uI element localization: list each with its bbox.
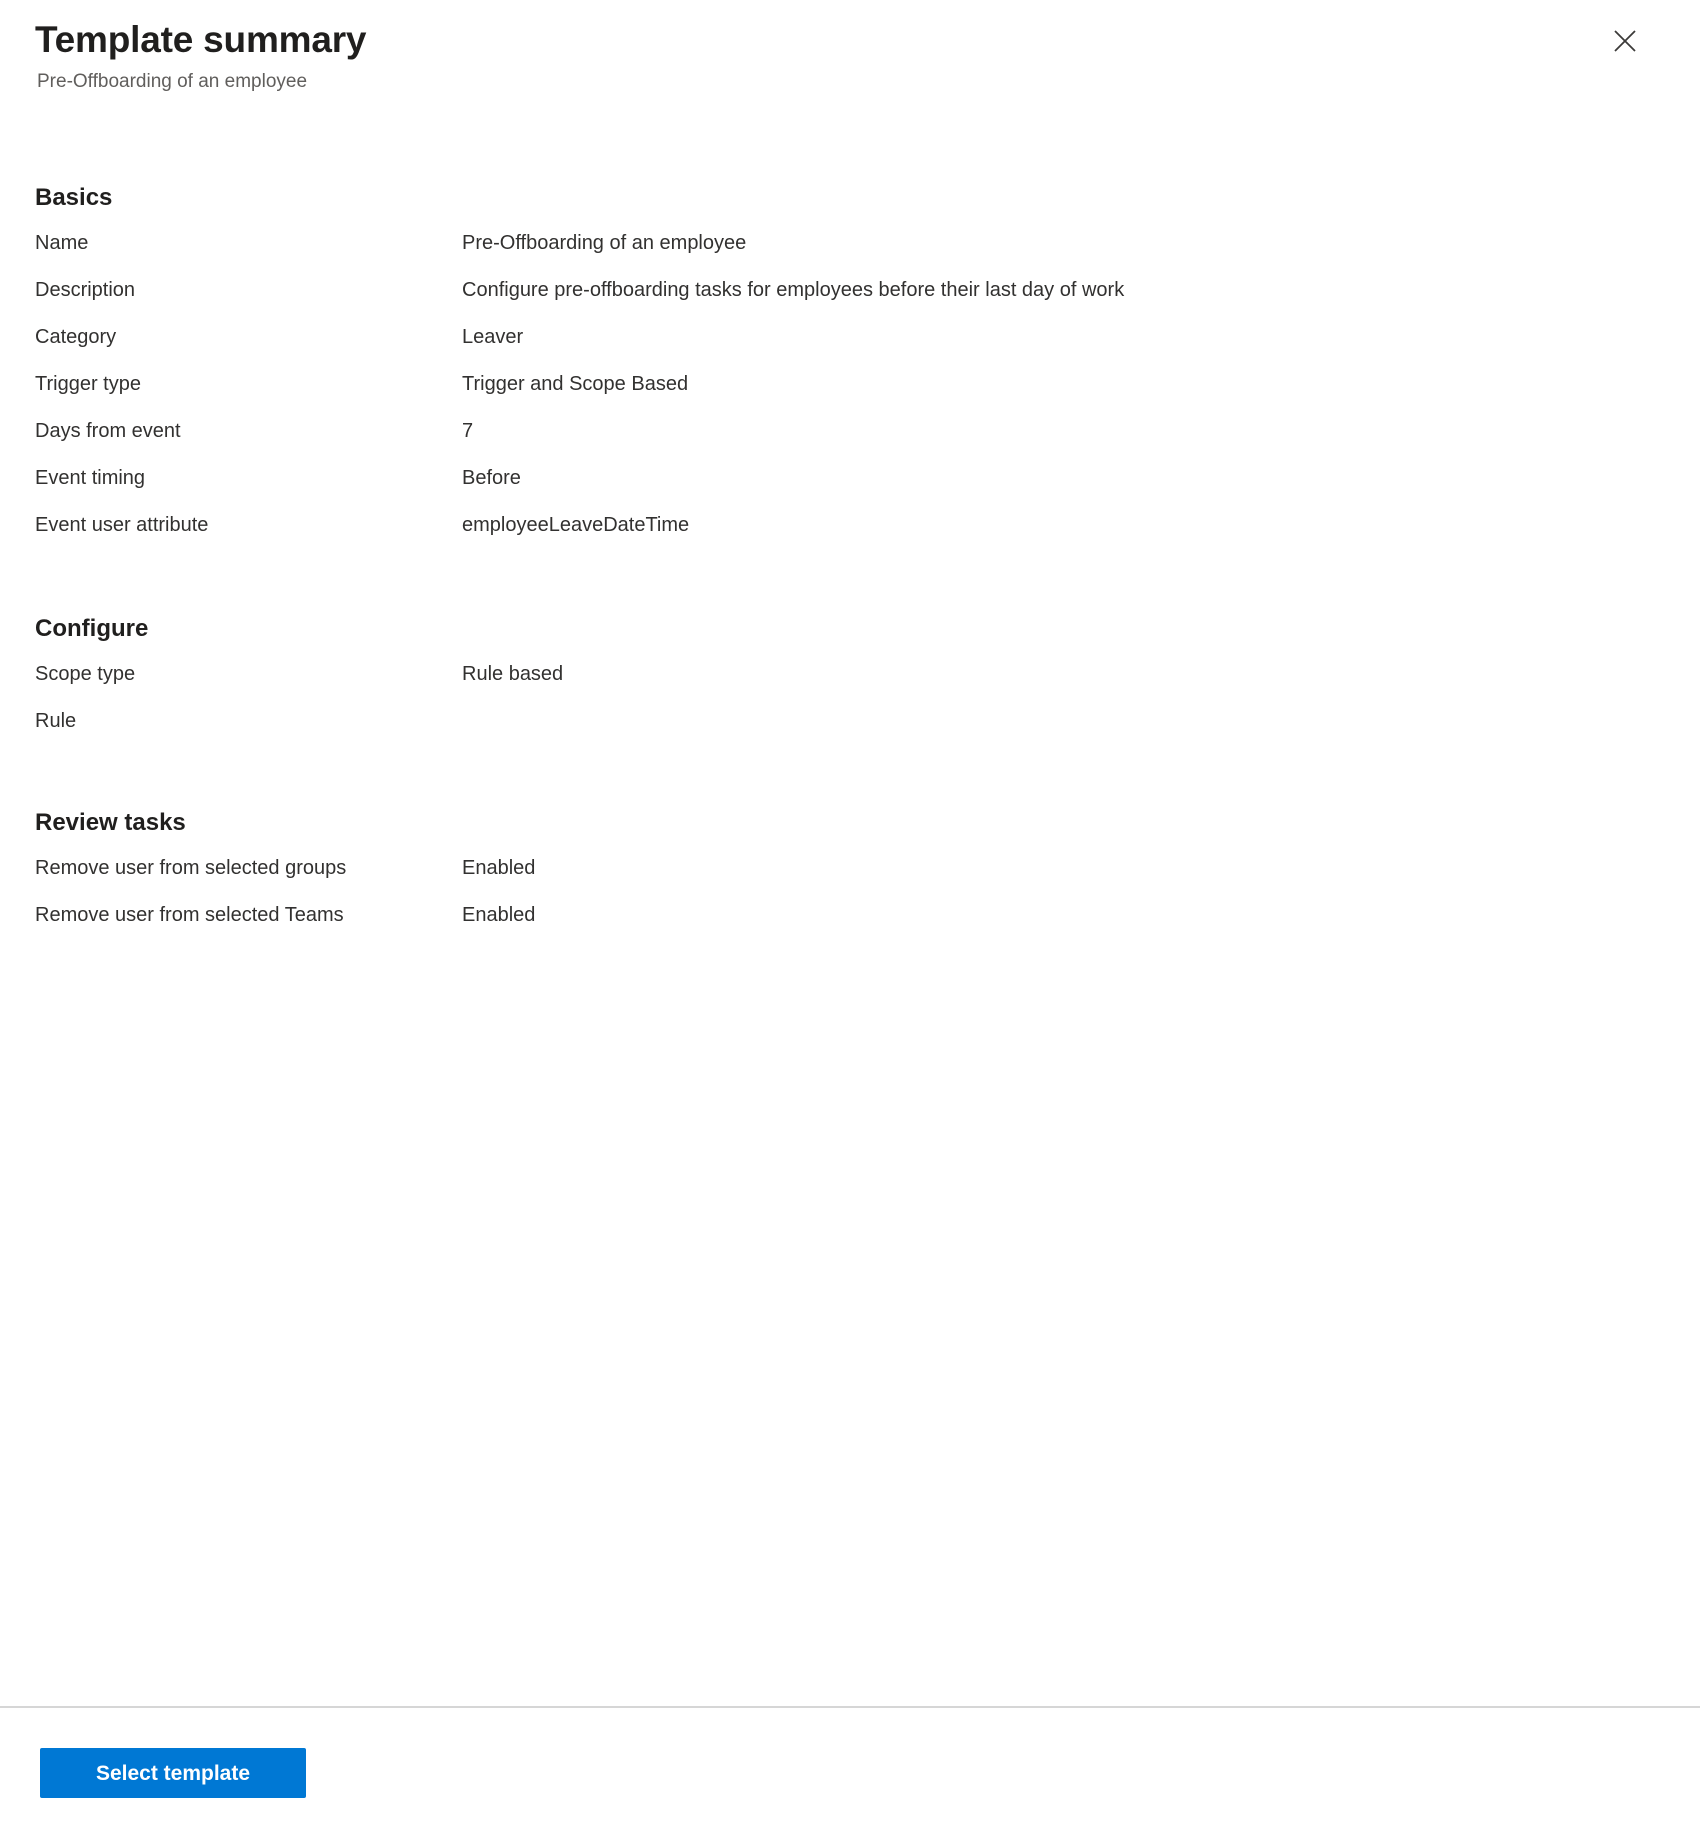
summary-row: Category Leaver — [35, 324, 1668, 371]
summary-content: Basics Name Pre-Offboarding of an employ… — [0, 94, 1708, 1706]
basics-rows: Name Pre-Offboarding of an employee Desc… — [35, 230, 1668, 559]
close-button[interactable] — [1602, 18, 1648, 64]
summary-row: Event timing Before — [35, 465, 1668, 512]
row-label: Category — [35, 326, 117, 349]
row-label: Days from event — [35, 420, 181, 443]
row-label: Description — [35, 279, 136, 302]
row-value: Configure pre-offboarding tasks for empl… — [462, 279, 1125, 302]
summary-row: Days from event 7 — [35, 418, 1668, 465]
row-value: Enabled — [462, 856, 536, 879]
summary-row: Event user attribute employeeLeaveDateTi… — [35, 512, 1668, 559]
row-value: Before — [462, 467, 521, 490]
row-label: Scope type — [35, 662, 136, 685]
section-configure: Configure Scope type Rule based Rule — [35, 615, 1668, 755]
row-value: Enabled — [462, 903, 536, 926]
row-label: Remove user from selected Teams — [35, 903, 344, 926]
row-label: Name — [35, 232, 89, 255]
row-value: Leaver — [462, 326, 524, 349]
section-title-basics: Basics — [35, 184, 113, 212]
page-title: Template summary — [35, 19, 367, 60]
summary-row: Description Configure pre-offboarding ta… — [35, 277, 1668, 324]
row-value: Trigger and Scope Based — [462, 373, 689, 396]
row-label: Event user attribute — [35, 514, 209, 537]
row-label: Event timing — [35, 467, 146, 490]
row-label: Trigger type — [35, 373, 141, 396]
summary-row: Name Pre-Offboarding of an employee — [35, 230, 1668, 277]
row-label: Rule — [35, 709, 77, 732]
configure-rows: Scope type Rule based Rule — [35, 661, 1668, 755]
summary-row: Rule — [35, 708, 1668, 755]
panel-footer: Select template — [0, 1706, 1700, 1836]
section-basics: Basics Name Pre-Offboarding of an employ… — [35, 184, 1668, 559]
panel-header: Template summary Pre-Offboarding of an e… — [0, 0, 1708, 94]
summary-row: Scope type Rule based — [35, 661, 1668, 708]
row-value: Pre-Offboarding of an employee — [462, 232, 747, 255]
summary-row: Remove user from selected Teams Enabled — [35, 902, 1668, 949]
review-tasks-rows: Remove user from selected groups Enabled… — [35, 855, 1668, 949]
section-title-configure: Configure — [35, 615, 149, 643]
section-review-tasks: Review tasks Remove user from selected g… — [35, 809, 1668, 949]
template-summary-panel: Template summary Pre-Offboarding of an e… — [0, 0, 1708, 1836]
row-value: employeeLeaveDateTime — [462, 514, 690, 537]
select-template-button[interactable]: Select template — [40, 1748, 306, 1798]
row-label: Remove user from selected groups — [35, 856, 347, 879]
page-subtitle: Pre-Offboarding of an employee — [37, 70, 308, 92]
row-value: 7 — [462, 420, 474, 443]
summary-row: Trigger type Trigger and Scope Based — [35, 371, 1668, 418]
section-title-review-tasks: Review tasks — [35, 808, 186, 836]
close-icon — [1612, 28, 1638, 54]
row-value: Rule based — [462, 662, 564, 685]
summary-row: Remove user from selected groups Enabled — [35, 855, 1668, 902]
